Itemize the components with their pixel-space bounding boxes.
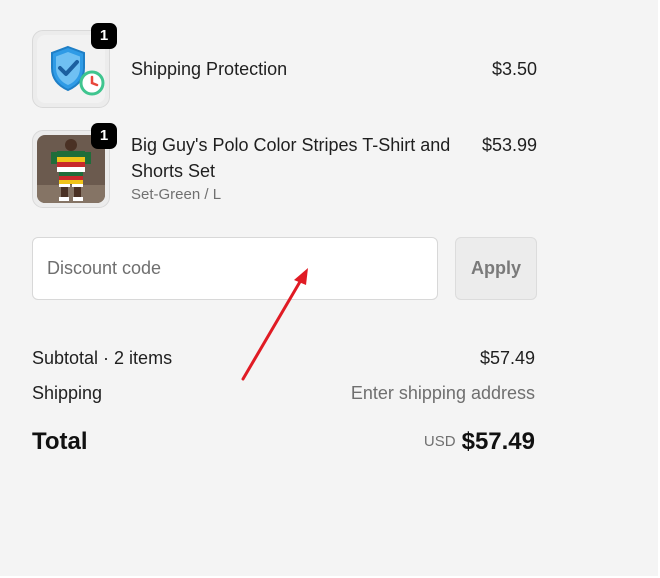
item-title-line1: Big Guy's Polo Color Stripes T-Shirt and <box>131 135 451 155</box>
apply-discount-button[interactable]: Apply <box>455 237 537 300</box>
subtotal-value: $57.49 <box>479 348 535 368</box>
quantity-badge: 1 <box>91 123 117 149</box>
order-summary-panel: 1 Shipping Protection $3.50 1 Big Guy's … <box>0 0 660 578</box>
subtotal-label: Subtotal · 2 items <box>32 348 173 368</box>
total-amount: USD $57.49 <box>424 428 535 456</box>
item-price: $53.99 <box>481 135 537 155</box>
total-value: $57.49 <box>461 428 535 455</box>
line-item-shipping-protection: 1 Shipping Protection $3.50 <box>32 23 537 110</box>
item-variant: Set-Green / L <box>131 186 222 203</box>
discount-code-input[interactable] <box>32 237 438 300</box>
shipping-value: Enter shipping address <box>350 383 535 403</box>
currency-code: USD <box>423 433 456 450</box>
shipping-label: Shipping <box>32 383 103 403</box>
item-price: $3.50 <box>491 59 537 79</box>
quantity-badge: 1 <box>91 23 117 49</box>
product-thumbnail: 1 <box>32 123 117 208</box>
item-title: Shipping Protection <box>131 59 288 79</box>
item-title-line2: Shorts Set <box>131 161 216 181</box>
product-thumbnail: 1 <box>32 23 117 108</box>
total-label: Total <box>32 428 88 455</box>
line-item-polo-set: 1 Big Guy's Polo Color Stripes T-Shirt a… <box>32 123 537 210</box>
